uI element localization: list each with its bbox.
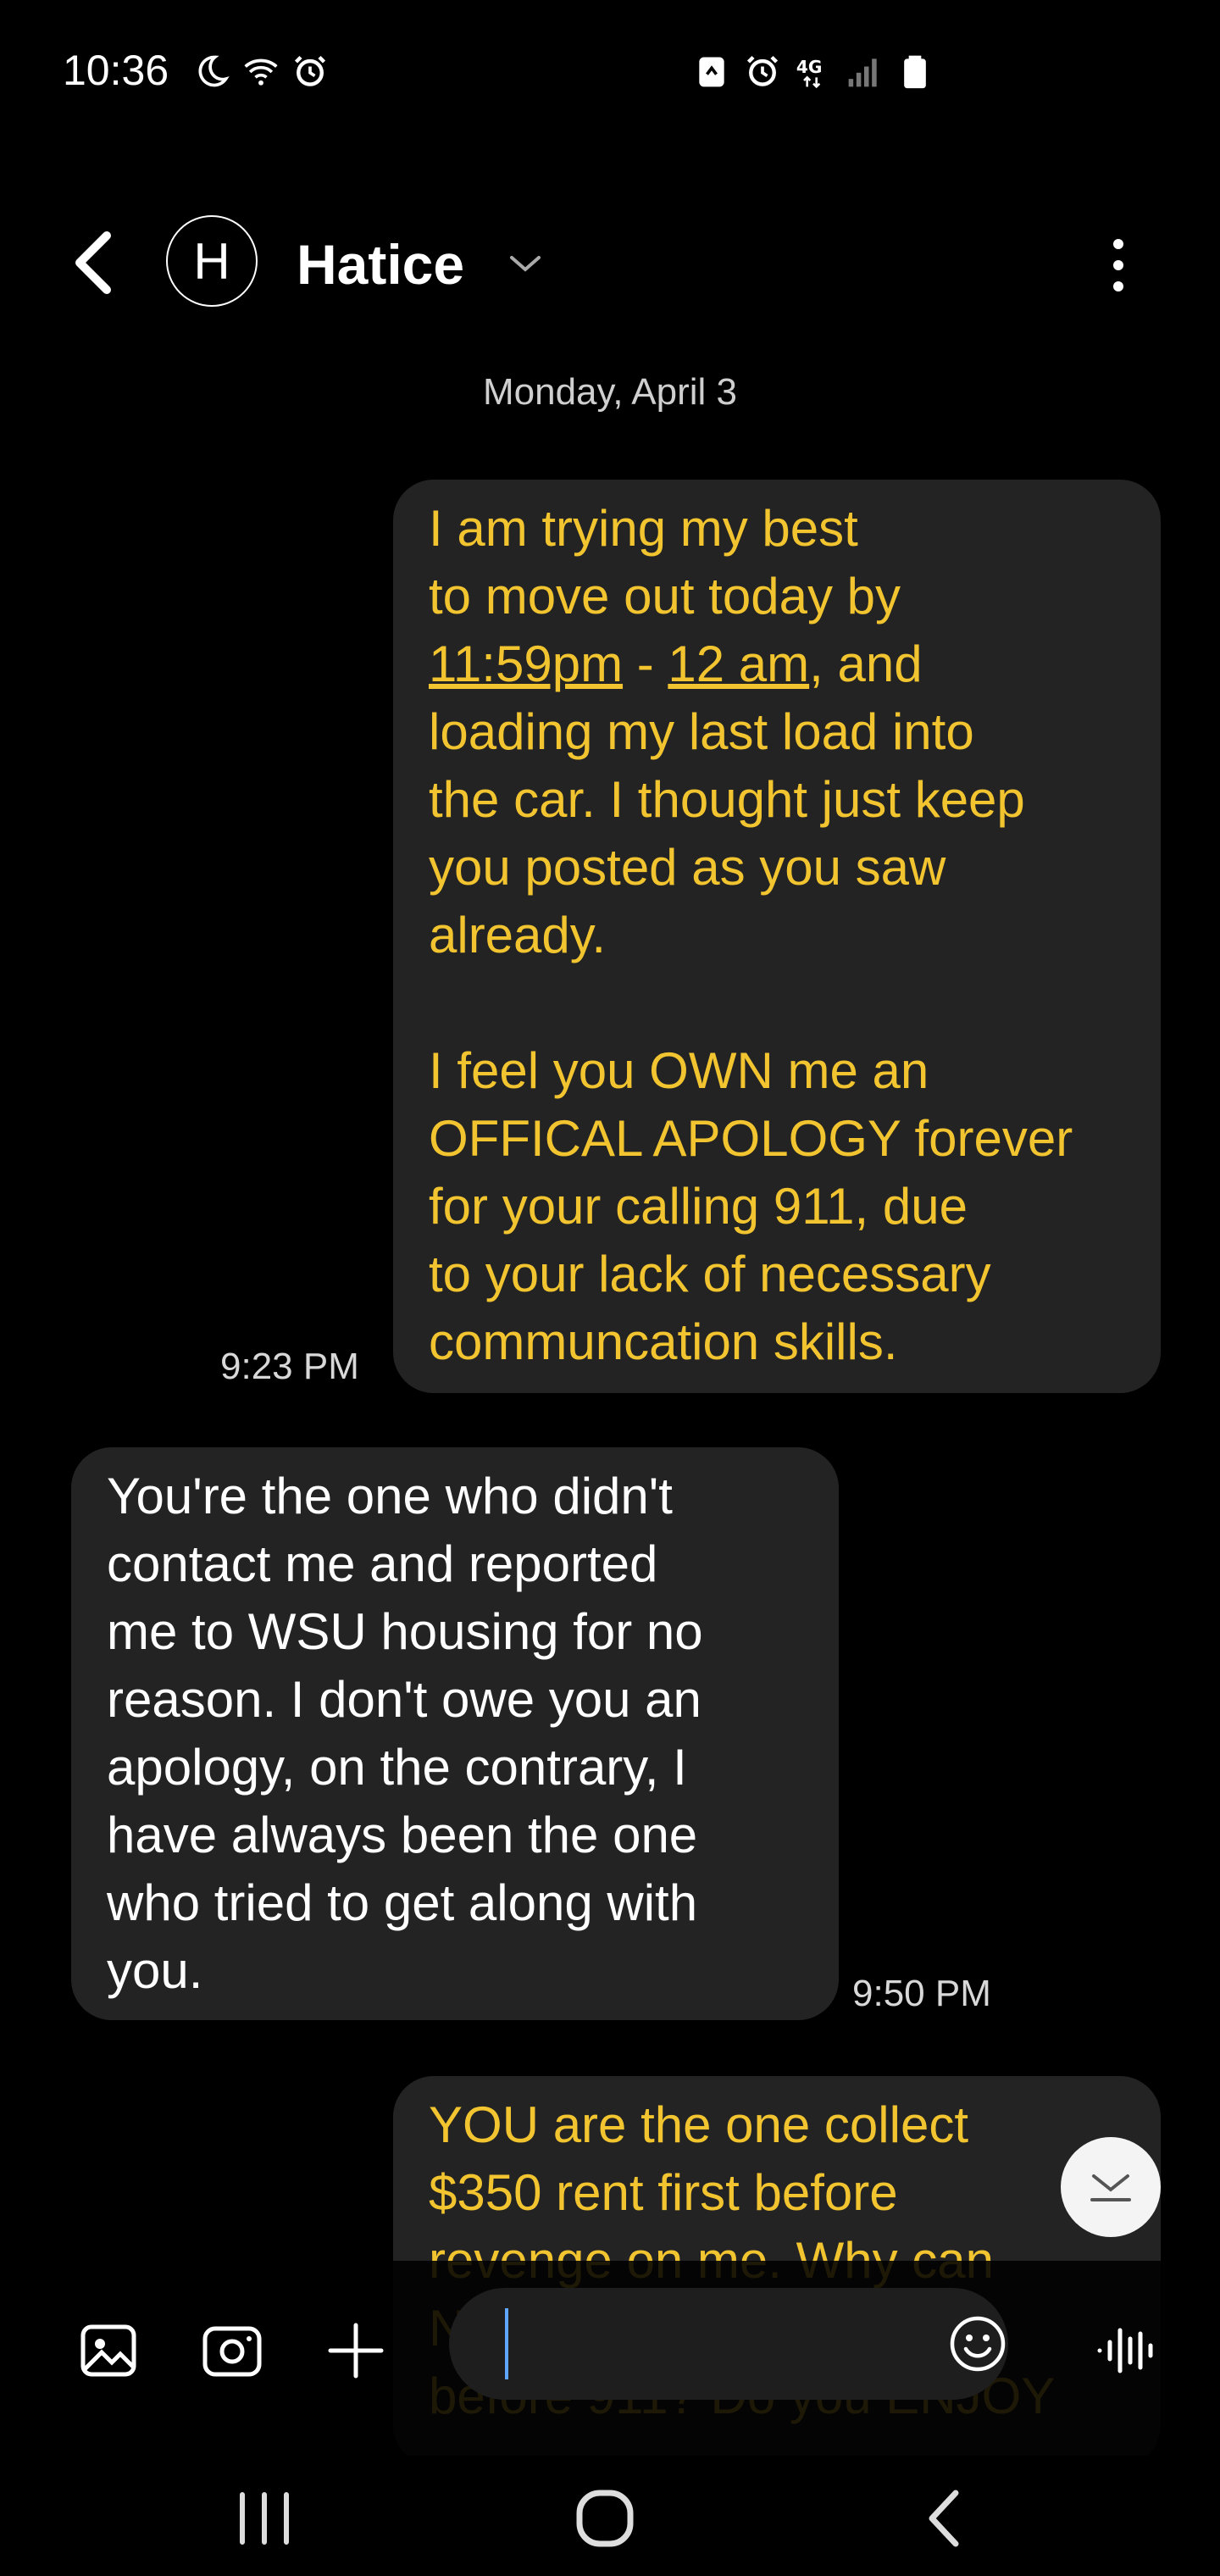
battery-icon: [904, 55, 926, 89]
message-timestamp: 9:23 PM: [220, 1346, 359, 1387]
message-bubble-incoming[interactable]: You're the one who didn't contact me and…: [71, 1447, 839, 2020]
date-separator: Monday, April 3: [482, 371, 737, 413]
camera-icon[interactable]: [200, 2318, 264, 2383]
message-text: -: [623, 636, 668, 692]
recycle-icon: [699, 57, 724, 87]
avatar-letter: H: [193, 232, 230, 290]
message-input[interactable]: [449, 2288, 1008, 2400]
alarm-icon: [294, 55, 326, 86]
message-bubble-outgoing[interactable]: I am trying my best to move out today by…: [393, 480, 1161, 1393]
status-time: 10:36: [63, 47, 169, 94]
wifi-icon: [244, 58, 278, 86]
status-left-icons: [193, 53, 329, 90]
time-link[interactable]: 11:59pm: [429, 636, 623, 692]
back-arrow-icon[interactable]: [69, 229, 120, 297]
more-options-icon[interactable]: [1101, 236, 1135, 295]
alarm-icon: [746, 55, 779, 86]
message-text: You're the one who didn't contact me and…: [107, 1468, 703, 1999]
moon-icon: [198, 55, 230, 87]
svg-text:4G: 4G: [796, 57, 823, 77]
scroll-to-bottom-button[interactable]: [1061, 2137, 1161, 2237]
system-navigation-bar: [0, 2456, 1220, 2576]
voice-record-icon[interactable]: [1095, 2318, 1159, 2383]
message-text: , and loading my last load into the car.…: [429, 636, 1073, 1370]
contact-name[interactable]: Hatice: [297, 232, 464, 297]
text-caret: [505, 2308, 508, 2379]
time-link[interactable]: 12 am: [668, 636, 809, 692]
status-right-icons: 4G: [693, 53, 934, 90]
home-icon[interactable]: [563, 2476, 647, 2561]
scroll-down-icon: [1090, 2174, 1131, 2201]
gallery-icon[interactable]: [76, 2318, 141, 2383]
signal-icon: [848, 58, 877, 87]
status-bar: 10:36 4G: [0, 0, 1220, 144]
chevron-down-icon[interactable]: [507, 251, 544, 276]
emoji-icon[interactable]: [949, 2315, 1006, 2373]
message-timestamp: 9:50 PM: [852, 1973, 991, 2014]
back-nav-icon[interactable]: [903, 2476, 988, 2561]
4g-icon: 4G: [796, 57, 823, 89]
message-text: I am trying my best to move out today by: [429, 500, 901, 625]
avatar[interactable]: H: [166, 215, 258, 307]
add-attachment-icon[interactable]: [324, 2318, 388, 2383]
recent-apps-icon[interactable]: [222, 2476, 307, 2561]
conversation-header: H Hatice: [0, 195, 1220, 330]
